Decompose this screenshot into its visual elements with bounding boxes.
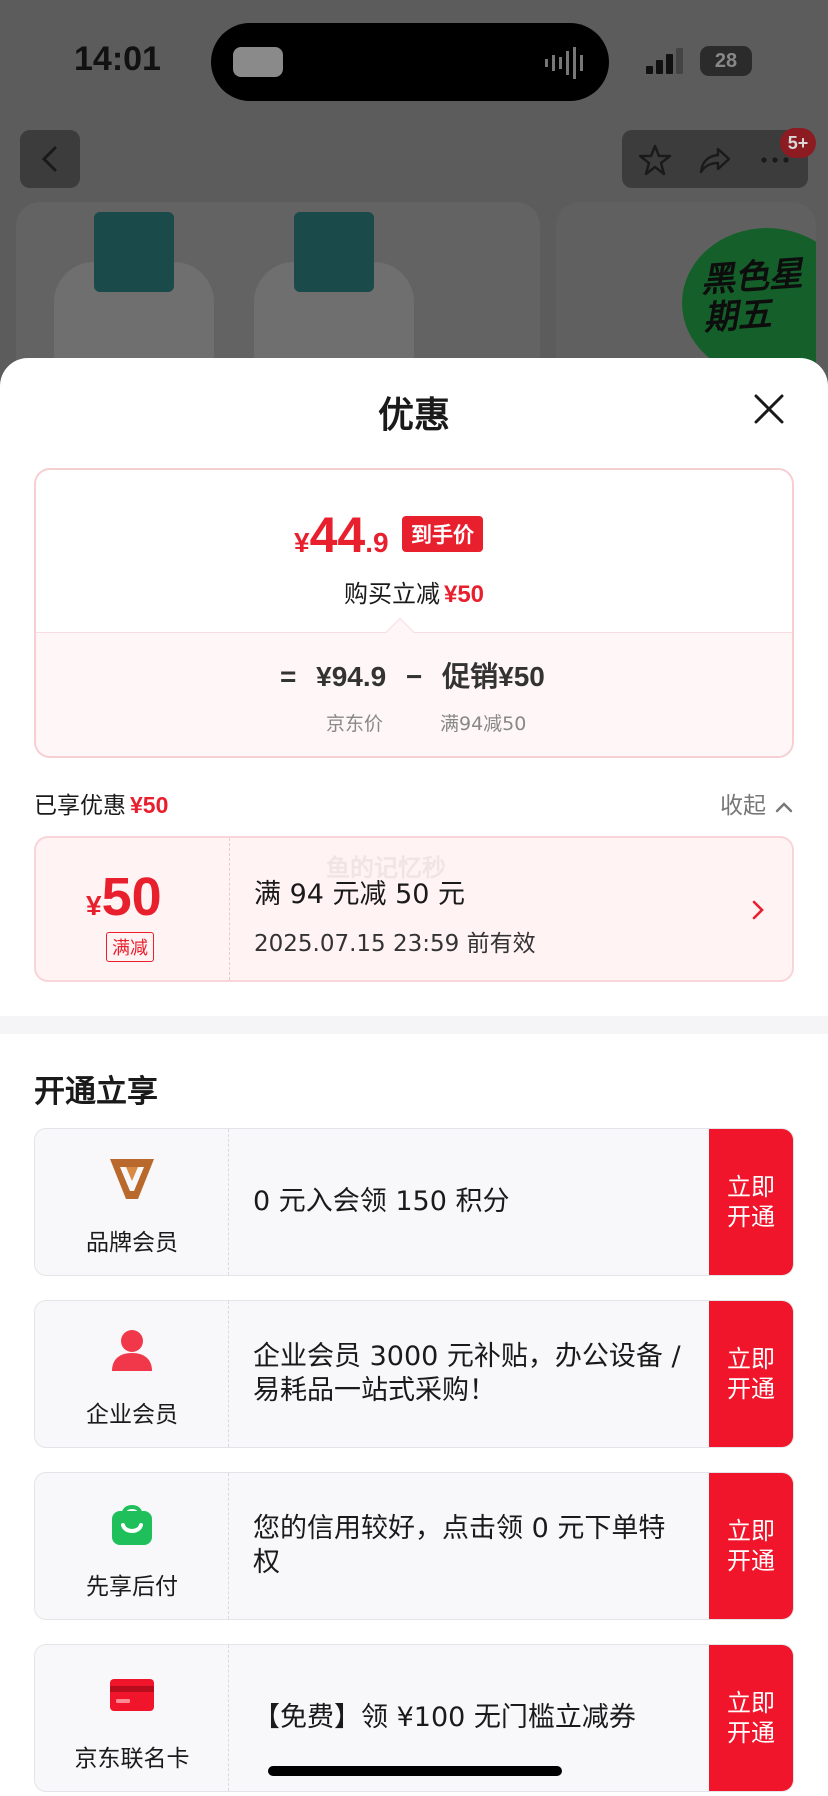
benefit-name: 先享后付: [86, 1574, 178, 1600]
benefit-icon-section: 品牌会员: [35, 1129, 229, 1275]
price-formula: = ¥94.9 − 促销¥50: [280, 655, 557, 695]
coupon-validity: 2025.07.15 23:59 前有效: [254, 931, 536, 957]
credit-card-icon: [110, 1679, 154, 1711]
price-breakdown-card: ¥44.9 到手价 购买立减 ¥50 = ¥94.9 − 促销¥50 京东价 满9…: [34, 468, 794, 758]
star-icon[interactable]: [638, 143, 672, 177]
benefit-brand-member: 品牌会员 0 元入会领 150 积分 立即开通: [34, 1128, 794, 1276]
final-price-section: ¥44.9 到手价 购买立减 ¥50: [36, 470, 792, 632]
dynamic-island: [211, 23, 609, 101]
benefit-pay-later: 先享后付 您的信用较好，点击领 0 元下单特权 立即开通: [34, 1472, 794, 1620]
price-formula-section: = ¥94.9 − 促销¥50 京东价 满94减50: [36, 632, 792, 756]
instant-reduction-line: 购买立减 ¥50: [36, 574, 792, 609]
collapse-label: 收起: [720, 793, 766, 819]
benefit-icon-section: 先享后付: [35, 1473, 229, 1619]
audio-wave-icon: [545, 47, 583, 79]
back-button[interactable]: [20, 130, 80, 188]
benefit-icon-section: 企业会员: [35, 1301, 229, 1447]
benefit-name: 京东联名卡: [74, 1746, 190, 1772]
brand-v-icon: [110, 1159, 154, 1199]
discount-sheet: 优惠 ¥44.9 到手价 购买立减 ¥50 = ¥94.9 − 促销¥50 京东价…: [0, 358, 828, 1796]
final-price-decimal: .9: [365, 527, 389, 558]
benefits-section-title: 开通立享: [34, 1074, 158, 1110]
bottle-cap-shape: [294, 212, 374, 292]
coupon-type-tag: 满减: [106, 932, 154, 962]
promo-badge-text: 黑色星期五: [699, 253, 804, 339]
benefit-description: 企业会员 3000 元补贴，办公设备 / 易耗品一站式采购！: [253, 1341, 681, 1406]
benefit-icon-section: 京东联名卡: [35, 1645, 229, 1791]
jd-price: ¥94.9: [316, 661, 387, 692]
collapse-button[interactable]: 收起: [720, 786, 794, 820]
final-price-tag: 到手价: [402, 516, 483, 552]
cellular-signal-icon: [646, 48, 683, 74]
product-page-background: 14:01 28 5+ 黑色星期五: [0, 0, 828, 402]
instant-reduction-label: 购买立减: [343, 580, 440, 608]
activate-button[interactable]: 立即开通: [709, 1129, 793, 1275]
share-icon[interactable]: [698, 143, 732, 177]
status-bar: 14:01 28: [0, 0, 828, 120]
person-icon: [112, 1330, 152, 1371]
coupon-value: 50: [101, 867, 162, 927]
shopping-bag-icon: [112, 1505, 152, 1545]
activate-button[interactable]: 立即开通: [709, 1645, 793, 1791]
chevron-up-icon: [775, 801, 793, 812]
promo-rule-label: 满94减50: [440, 713, 527, 735]
activate-button[interactable]: 立即开通: [709, 1473, 793, 1619]
bottle-cap-shape: [94, 212, 174, 292]
instant-reduction-amount: ¥50: [443, 581, 485, 608]
enjoyed-discount-row: 已享优惠 ¥50 收起: [34, 782, 794, 822]
enjoyed-discount-label: 已享优惠: [34, 793, 126, 819]
benefit-name: 品牌会员: [86, 1230, 178, 1256]
activate-button[interactable]: 立即开通: [709, 1301, 793, 1447]
close-icon[interactable]: [752, 392, 786, 426]
final-price-integer: 44: [309, 507, 366, 563]
home-indicator[interactable]: [268, 1766, 562, 1776]
coupon-amount: ¥50: [86, 866, 162, 928]
benefit-description: 您的信用较好，点击领 0 元下单特权: [253, 1513, 666, 1578]
enjoyed-discount: 已享优惠 ¥50: [34, 786, 168, 820]
formula-minus: −: [406, 661, 423, 692]
message-badge: 5+: [780, 128, 816, 158]
final-price: ¥44.9: [294, 506, 389, 564]
benefit-description: 0 元入会领 150 积分: [253, 1186, 510, 1217]
benefit-name: 企业会员: [86, 1402, 178, 1428]
currency-symbol: ¥: [294, 527, 310, 558]
sheet-title: 优惠: [377, 395, 450, 436]
formula-equals: =: [280, 661, 297, 692]
coupon-currency: ¥: [86, 890, 102, 921]
promo-amount: 促销¥50: [442, 661, 545, 692]
watermark-text: 鱼的记忆秒: [326, 854, 446, 882]
benefit-enterprise-member: 企业会员 企业会员 3000 元补贴，办公设备 / 易耗品一站式采购！ 立即开通: [34, 1300, 794, 1448]
battery-indicator: 28: [700, 46, 752, 76]
chevron-right-icon: [752, 900, 764, 920]
coupon-value-section: ¥50 满减: [36, 838, 230, 980]
section-divider: [0, 1016, 828, 1034]
media-thumbnail: [233, 47, 283, 77]
enjoyed-discount-amount: ¥50: [130, 792, 169, 818]
jd-price-label: 京东价: [326, 713, 384, 735]
chevron-left-icon: [41, 146, 57, 172]
status-time: 14:01: [74, 40, 161, 78]
